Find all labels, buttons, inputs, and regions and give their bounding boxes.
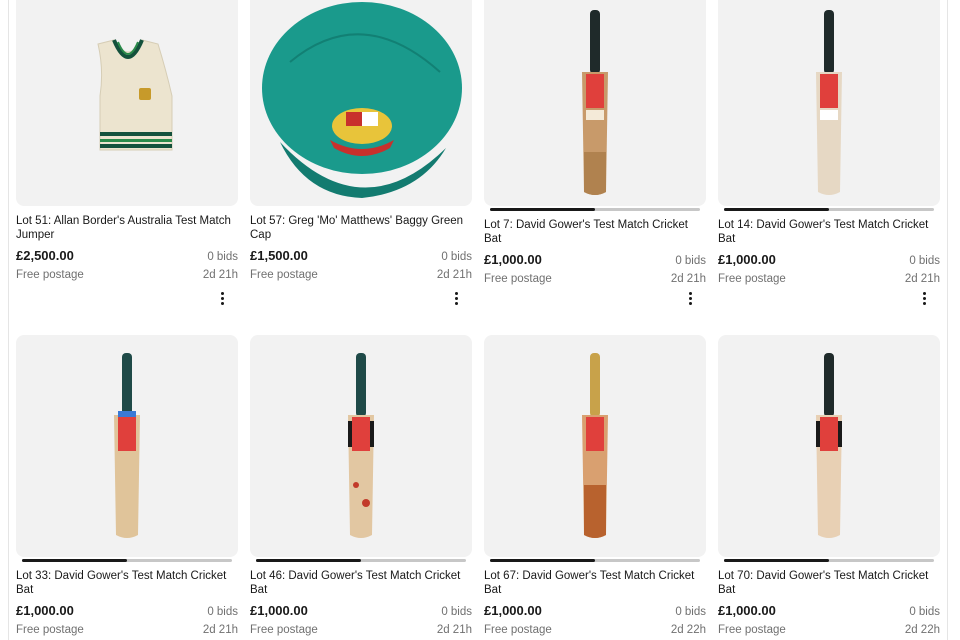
carousel-progress-fill [724, 208, 829, 211]
listing-price: £1,500.00 [250, 248, 308, 263]
listing-price: £1,000.00 [250, 603, 308, 618]
time-left: 2d 22h [670, 624, 706, 636]
bid-count: 0 bids [675, 606, 706, 618]
cricket-jumper-image [97, 39, 173, 151]
baggy-green-cap-image [262, 2, 462, 198]
carousel-progress-fill [724, 559, 829, 562]
time-left: 2d 21h [202, 624, 238, 636]
time-left: 2d 21h [202, 269, 238, 281]
carousel-progress-fill [256, 559, 361, 562]
listing-image-bat[interactable] [16, 335, 238, 557]
listing-title[interactable]: Lot 57: Greg 'Mo' Matthews' Baggy Green … [250, 214, 472, 242]
postage-info: Free postage [484, 624, 552, 636]
time-left: 2d 21h [904, 273, 940, 285]
image-carousel-progress [724, 208, 934, 211]
postage-info: Free postage [250, 624, 318, 636]
bid-count: 0 bids [207, 606, 238, 618]
bid-count: 0 bids [441, 606, 472, 618]
more-vertical-icon[interactable] [214, 290, 230, 306]
cricket-bat-image [582, 353, 608, 538]
listing-price: £1,000.00 [484, 252, 542, 267]
listing-title[interactable]: Lot 67: David Gower's Test Match Cricket… [484, 569, 706, 597]
postage-info: Free postage [718, 624, 786, 636]
postage-info: Free postage [16, 624, 84, 636]
more-vertical-icon[interactable] [916, 290, 932, 306]
listing-image-jumper[interactable] [16, 0, 238, 206]
carousel-progress-fill [490, 559, 595, 562]
listing-card[interactable]: Lot 46: David Gower's Test Match Cricket… [250, 335, 472, 636]
listing-image-bat[interactable] [484, 0, 706, 206]
image-carousel-progress [490, 559, 700, 562]
listing-price: £1,000.00 [718, 603, 776, 618]
listing-price: £1,000.00 [718, 252, 776, 267]
cricket-bat-image [816, 10, 842, 195]
listing-image-bat[interactable] [718, 0, 940, 206]
image-carousel-progress [490, 208, 700, 211]
listing-title[interactable]: Lot 51: Allan Border's Australia Test Ma… [16, 214, 238, 242]
bid-count: 0 bids [909, 606, 940, 618]
listing-card[interactable]: Lot 57: Greg 'Mo' Matthews' Baggy Green … [250, 0, 472, 305]
more-vertical-icon[interactable] [682, 290, 698, 306]
listing-card[interactable]: Lot 33: David Gower's Test Match Cricket… [16, 335, 238, 636]
image-carousel-progress [724, 559, 934, 562]
cricket-bat-image [816, 353, 842, 538]
listing-title[interactable]: Lot 7: David Gower's Test Match Cricket … [484, 218, 706, 246]
time-left: 2d 22h [904, 624, 940, 636]
postage-info: Free postage [718, 273, 786, 285]
postage-info: Free postage [250, 269, 318, 281]
bid-count: 0 bids [675, 255, 706, 267]
carousel-progress-fill [22, 559, 127, 562]
time-left: 2d 21h [670, 273, 706, 285]
time-left: 2d 21h [436, 624, 472, 636]
listing-title[interactable]: Lot 33: David Gower's Test Match Cricket… [16, 569, 238, 597]
cricket-bat-image [114, 353, 140, 538]
carousel-progress-fill [490, 208, 595, 211]
listing-card[interactable]: Lot 51: Allan Border's Australia Test Ma… [16, 0, 238, 305]
listing-price: £1,000.00 [16, 603, 74, 618]
listing-price: £2,500.00 [16, 248, 74, 263]
listing-image-cap[interactable] [250, 0, 472, 206]
listing-image-bat[interactable] [718, 335, 940, 557]
postage-info: Free postage [16, 269, 84, 281]
listing-title[interactable]: Lot 70: David Gower's Test Match Cricket… [718, 569, 940, 597]
bid-count: 0 bids [441, 251, 472, 263]
listing-card[interactable]: Lot 67: David Gower's Test Match Cricket… [484, 335, 706, 636]
listing-price: £1,000.00 [484, 603, 542, 618]
listing-card[interactable]: Lot 7: David Gower's Test Match Cricket … [484, 0, 706, 305]
listing-image-bat[interactable] [250, 335, 472, 557]
cricket-bat-image [348, 353, 374, 538]
bid-count: 0 bids [207, 251, 238, 263]
listing-card[interactable]: Lot 14: David Gower's Test Match Cricket… [718, 0, 940, 305]
bid-count: 0 bids [909, 255, 940, 267]
postage-info: Free postage [484, 273, 552, 285]
more-vertical-icon[interactable] [448, 290, 464, 306]
time-left: 2d 21h [436, 269, 472, 281]
image-carousel-progress [256, 559, 466, 562]
listing-title[interactable]: Lot 46: David Gower's Test Match Cricket… [250, 569, 472, 597]
image-carousel-progress [22, 559, 232, 562]
cricket-bat-image [582, 10, 608, 195]
listing-image-bat[interactable] [484, 335, 706, 557]
listing-title[interactable]: Lot 14: David Gower's Test Match Cricket… [718, 218, 940, 246]
listing-card[interactable]: Lot 70: David Gower's Test Match Cricket… [718, 335, 940, 636]
